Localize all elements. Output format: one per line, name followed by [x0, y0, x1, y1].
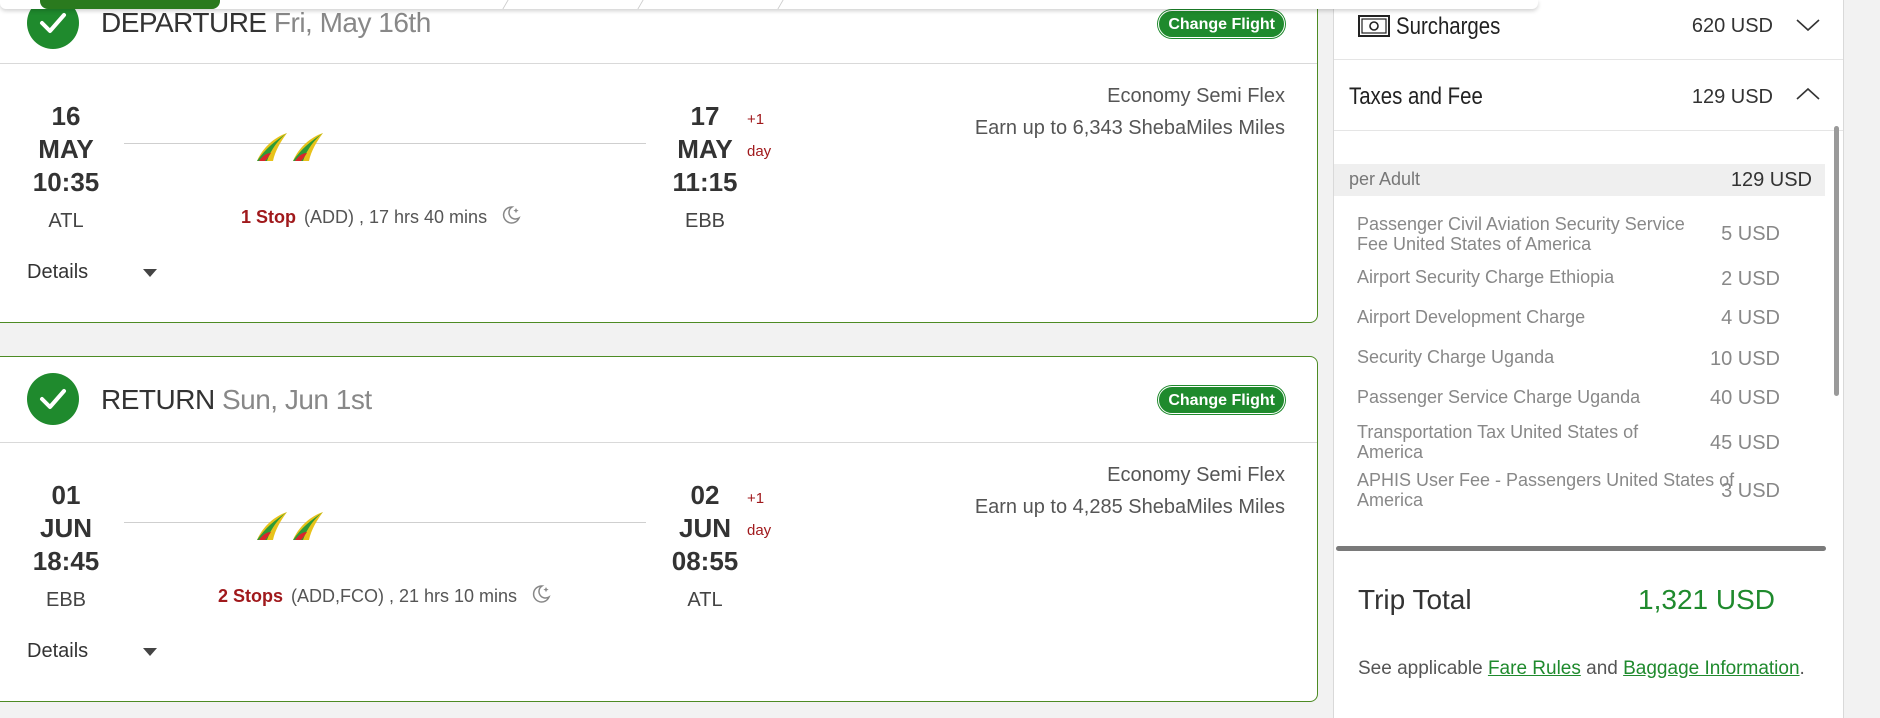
miles-earned: Earn up to 4,285 ShebaMiles Miles	[974, 496, 1285, 518]
stop-count[interactable]: 1 Stop	[241, 207, 296, 227]
check-icon	[27, 373, 79, 425]
top-step-bar	[0, 0, 1538, 9]
fee-label: Security Charge Uganda	[1357, 347, 1555, 367]
origin-code: EBB	[45, 589, 87, 611]
origin-code: ATL	[48, 210, 84, 232]
banknote-icon	[1358, 15, 1390, 37]
origin-day: 01	[51, 480, 81, 510]
plus-day-unit: day	[747, 143, 772, 160]
plus-day-value: +1	[747, 111, 765, 128]
airline-logo-icon	[257, 133, 323, 161]
stop-count[interactable]: 2 Stops	[218, 586, 283, 606]
fee-label: Passenger Civil Aviation Security Servic…	[1357, 214, 1685, 254]
fare-rules-link[interactable]: Fare Rules	[1488, 658, 1581, 679]
return-title: RETURN Sun, Jun 1st	[101, 384, 372, 416]
rules-suffix: .	[1799, 658, 1805, 679]
surcharges-row[interactable]: Surcharges 620 USD	[1334, 0, 1843, 60]
fee-amount: 40 USD	[1709, 387, 1780, 409]
miles-earned: Earn up to 6,343 ShebaMiles Miles	[974, 117, 1285, 139]
return-label: RETURN	[101, 384, 215, 415]
tax-breakdown-list: per Adult 129 USD Passenger Civil Aviati…	[1334, 164, 1825, 552]
airline-logo-icon	[257, 512, 323, 540]
caret-down-icon[interactable]	[143, 648, 157, 656]
departure-title: DEPARTURE Fri, May 16th	[101, 7, 431, 39]
departure-stops: 1 Stop (ADD) , 17 hrs 40 mins	[241, 204, 522, 228]
per-adult-row: per Adult 129 USD	[1334, 164, 1825, 196]
departure-origin: 16 MAY 10:35 ATL	[1, 100, 131, 233]
plus-day-value: +1	[747, 490, 765, 507]
fee-label: Passenger Service Charge Uganda	[1357, 387, 1641, 407]
return-flight-card: RETURN Sun, Jun 1st Change Flight 01 JUN…	[0, 356, 1318, 702]
chevron-up-icon[interactable]	[1795, 86, 1821, 102]
change-departure-flight-button[interactable]: Change Flight	[1158, 10, 1285, 38]
stop-detail: (ADD) , 17 hrs 40 mins	[304, 207, 488, 227]
departure-label: DEPARTURE	[101, 7, 267, 38]
vertical-scrollbar[interactable]	[1834, 126, 1839, 396]
destination-code: ATL	[687, 589, 723, 611]
surcharges-amount: 620 USD	[1691, 15, 1773, 37]
origin-month: MAY	[38, 134, 94, 164]
per-adult-amount: 129 USD	[1730, 169, 1812, 191]
plus-day-badge: +1 day	[747, 104, 771, 168]
origin-month: JUN	[39, 513, 92, 543]
step-divider	[502, 0, 509, 9]
active-step-tab[interactable]	[40, 0, 220, 9]
destination-time: 08:55	[671, 546, 739, 576]
fee-label: APHIS User Fee - Passengers United State…	[1357, 470, 1735, 510]
return-fare-info: Economy Semi Flex Earn up to 4,285 Sheba…	[975, 459, 1285, 523]
plus-day-badge: +1 day	[747, 483, 771, 547]
step-divider	[777, 0, 784, 9]
departure-fare-info: Economy Semi Flex Earn up to 6,343 Sheba…	[975, 80, 1285, 144]
return-header: RETURN Sun, Jun 1st Change Flight	[0, 357, 1317, 443]
origin-time: 10:35	[32, 167, 100, 197]
rules-prefix: See applicable	[1358, 658, 1488, 679]
departure-date: Fri, May 16th	[273, 7, 431, 38]
fee-amount: 4 USD	[1721, 307, 1780, 329]
origin-time: 18:45	[32, 546, 100, 576]
departure-header: DEPARTURE Fri, May 16th Change Flight	[0, 0, 1317, 64]
fee-label: Airport Development Charge	[1357, 307, 1586, 327]
route-line	[124, 522, 646, 523]
taxes-row[interactable]: Taxes and Fee 129 USD	[1334, 60, 1843, 131]
destination-time: 11:15	[672, 167, 738, 197]
return-origin: 01 JUN 18:45 EBB	[1, 479, 131, 612]
fare-class: Economy Semi Flex	[1107, 85, 1285, 107]
route-line	[124, 143, 646, 144]
fee-label: Airport Security Charge Ethiopia	[1357, 267, 1615, 287]
price-summary-panel: Surcharges 620 USD Taxes and Fee 129 USD…	[1333, 0, 1844, 718]
rules-text: See applicable Fare Rules and Baggage In…	[1358, 658, 1805, 680]
chevron-down-icon[interactable]	[1795, 17, 1821, 33]
return-date: Sun, Jun 1st	[221, 384, 372, 415]
horizontal-scrollbar[interactable]	[1336, 546, 1826, 551]
change-return-flight-button[interactable]: Change Flight	[1158, 386, 1285, 414]
plus-day-unit: day	[747, 522, 772, 539]
night-flight-icon	[502, 206, 521, 224]
return-stops: 2 Stops (ADD,FCO) , 21 hrs 10 mins	[218, 583, 552, 607]
step-divider	[637, 0, 644, 9]
surcharges-label: Surcharges	[1396, 13, 1501, 40]
per-adult-label: per Adult	[1349, 169, 1421, 189]
taxes-amount: 129 USD	[1691, 86, 1773, 108]
caret-down-icon[interactable]	[143, 269, 157, 277]
fee-amount: 5 USD	[1721, 223, 1780, 245]
fee-amount: 3 USD	[1721, 480, 1780, 502]
departure-flight-card: DEPARTURE Fri, May 16th Change Flight 16…	[0, 0, 1318, 323]
origin-day: 16	[51, 101, 81, 131]
details-toggle[interactable]: Details	[27, 640, 88, 663]
fare-class: Economy Semi Flex	[1107, 464, 1285, 486]
details-toggle[interactable]: Details	[27, 261, 88, 284]
rules-and: and	[1580, 658, 1624, 679]
fee-amount: 10 USD	[1709, 348, 1780, 370]
destination-code: EBB	[684, 210, 726, 232]
baggage-information-link[interactable]: Baggage Information	[1623, 658, 1799, 679]
fee-amount: 45 USD	[1709, 432, 1780, 454]
trip-total-label: Trip Total	[1358, 584, 1472, 615]
fee-label: Transportation Tax United States of Amer…	[1357, 422, 1639, 462]
taxes-label: Taxes and Fee	[1349, 83, 1483, 110]
night-flight-icon	[532, 585, 551, 603]
fee-amount: 2 USD	[1721, 268, 1780, 290]
trip-total-amount: 1,321 USD	[1638, 584, 1775, 615]
stop-detail: (ADD,FCO) , 21 hrs 10 mins	[291, 586, 518, 606]
